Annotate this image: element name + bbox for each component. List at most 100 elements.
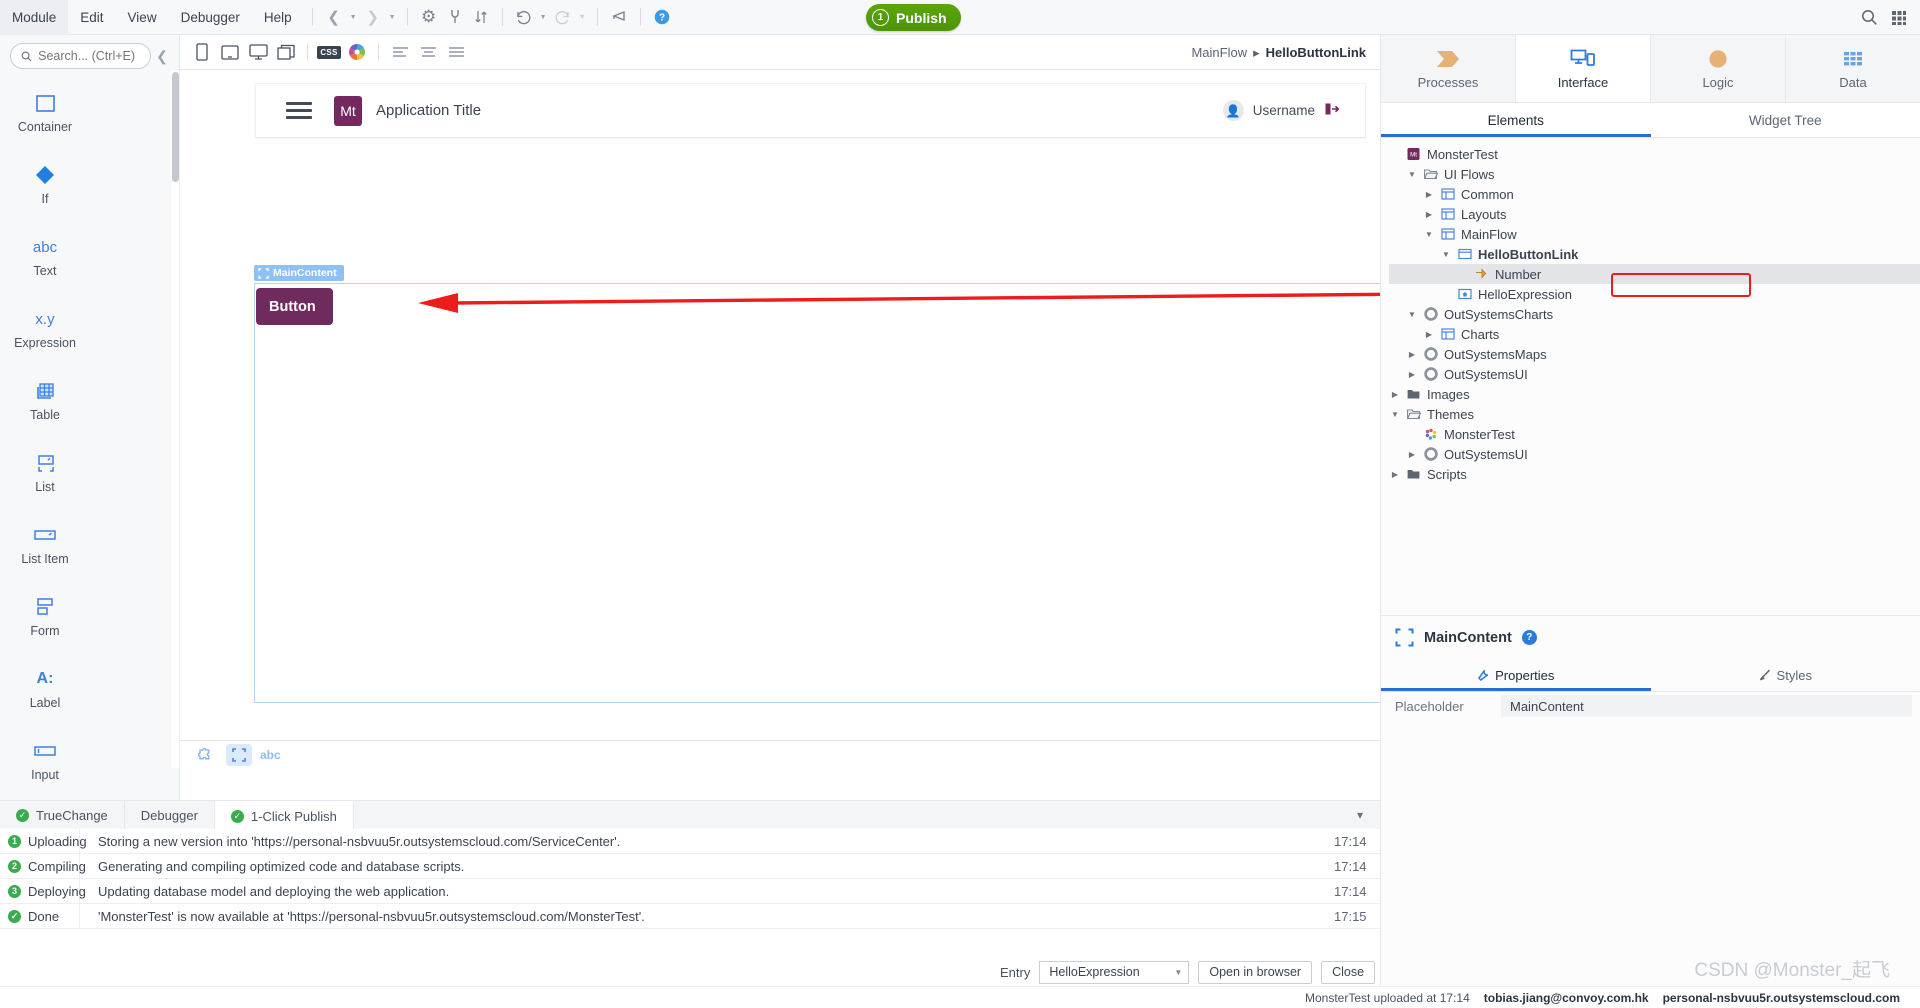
breadcrumb-parent[interactable]: MainFlow [1191,45,1247,60]
tree-item-charts[interactable]: ▶ Charts [1389,324,1920,344]
tree-item-images[interactable]: ▶ Images [1389,384,1920,404]
tree-item-outsystemscharts[interactable]: ▼ OutSystemsCharts [1389,304,1920,324]
chevron-down-icon[interactable]: ▼ [1423,230,1435,239]
close-button[interactable]: Close [1321,960,1376,984]
menu-edit[interactable]: Edit [68,0,115,35]
menu-view[interactable]: View [116,0,169,35]
chevron-right-icon[interactable]: ▶ [1406,450,1418,459]
hamburger-icon[interactable] [286,102,312,119]
tree-item-ui-flows[interactable]: ▼ UI Flows [1389,164,1920,184]
widget-list-item[interactable]: List Item [0,513,90,585]
chevron-right-icon[interactable]: ▶ [1406,350,1418,359]
css-chip-icon[interactable]: CSS [315,38,343,66]
align-center-icon[interactable] [414,38,442,66]
forward-history-caret-icon[interactable]: ▼ [386,4,399,30]
logout-icon[interactable] [1324,102,1340,119]
widget-text[interactable]: abc Text [0,225,90,297]
tree-item-mainflow[interactable]: ▼ MainFlow [1389,224,1920,244]
grid-menu-icon[interactable] [1884,5,1914,31]
tree-item-outsystemsui[interactable]: ▶ OutSystemsUI [1389,444,1920,464]
align-left-icon[interactable] [386,38,414,66]
megaphone-icon[interactable] [606,4,632,30]
widget-table[interactable]: Table [0,369,90,441]
tab-truechange[interactable]: ✓ TrueChange [0,801,125,829]
tab-styles[interactable]: Styles [1651,659,1920,691]
tree-item-monstertest[interactable]: ▶MtMonsterTest [1389,144,1920,164]
chevron-right-icon[interactable]: ▶ [1423,190,1435,199]
align-justify-icon[interactable] [442,38,470,66]
redo-icon[interactable] [550,4,576,30]
tablet-icon[interactable] [216,38,244,66]
tab-properties[interactable]: Properties [1381,659,1651,691]
placeholder-tag[interactable]: MainContent [254,265,344,281]
menu-debugger[interactable]: Debugger [169,0,252,35]
redo-caret-icon[interactable]: ▼ [576,4,589,30]
widget-if[interactable]: If [0,153,90,225]
tree-item-number[interactable]: ▶Number [1389,264,1920,284]
sidebar-collapse-icon[interactable]: ❮ [151,48,173,65]
menu-module[interactable]: Module [0,0,69,35]
search-box[interactable] [10,43,151,69]
chevron-down-icon[interactable]: ▾ [1340,801,1380,829]
phone-icon[interactable] [188,38,216,66]
search-input[interactable] [38,49,140,63]
chevron-right-icon[interactable]: ▶ [1423,210,1435,219]
chevron-right-icon[interactable]: ▶ [1423,330,1435,339]
canvas-scrollbar-thumb[interactable] [172,72,179,182]
chevron-down-icon[interactable]: ▼ [1406,170,1418,179]
search-icon[interactable] [1854,5,1884,31]
tree-item-hellobuttonlink[interactable]: ▼ HelloButtonLink [1389,244,1920,264]
desktop-icon[interactable] [244,38,272,66]
native-window-icon[interactable] [272,38,300,66]
canvas-footer-label[interactable]: abc [260,748,281,762]
tree-item-common[interactable]: ▶ Common [1389,184,1920,204]
widget-label-widget[interactable]: A: Label [0,657,90,729]
undo-caret-icon[interactable]: ▼ [537,4,550,30]
tab-data[interactable]: Data [1786,35,1920,102]
puzzle-icon[interactable] [192,744,218,766]
chevron-right-icon[interactable]: ❯ [360,4,386,30]
entry-select[interactable]: HelloExpression ▼ [1039,960,1190,984]
back-history-caret-icon[interactable]: ▼ [347,4,360,30]
widget-list[interactable]: List [0,441,90,513]
plug-icon[interactable] [442,4,468,30]
subtab-elements[interactable]: Elements [1381,103,1651,137]
menu-help[interactable]: Help [252,0,304,35]
color-wheel-icon[interactable] [343,38,371,66]
chevron-down-icon[interactable]: ▼ [1389,410,1401,419]
chevron-right-icon[interactable]: ▶ [1406,370,1418,379]
tree-item-layouts[interactable]: ▶ Layouts [1389,204,1920,224]
tree-item-scripts[interactable]: ▶ Scripts [1389,464,1920,484]
tab-processes[interactable]: Processes [1381,35,1516,102]
widget-form[interactable]: Form [0,585,90,657]
help-circle-icon[interactable]: ? [649,4,675,30]
tree-item-monstertest[interactable]: ▶MonsterTest [1389,424,1920,444]
chevron-right-icon[interactable]: ▶ [1389,470,1401,479]
tab-logic[interactable]: Logic [1651,35,1786,102]
undo-icon[interactable] [511,4,537,30]
widget-container[interactable]: Container [0,81,90,153]
tab-one-click-publish[interactable]: ✓ 1-Click Publish [214,801,354,829]
chevron-down-icon[interactable]: ▼ [1440,250,1452,259]
placeholder-frame-icon[interactable] [226,743,252,766]
maincontent-placeholder-region[interactable] [254,283,1454,703]
tree-item-outsystemsui[interactable]: ▶ OutSystemsUI [1389,364,1920,384]
property-value-input[interactable]: MainContent [1501,695,1912,717]
sort-arrows-icon[interactable] [468,4,494,30]
tab-interface[interactable]: Interface [1516,35,1651,102]
subtab-widget-tree[interactable]: Widget Tree [1651,103,1920,137]
tab-debugger[interactable]: Debugger [125,801,215,829]
canvas-button-widget[interactable]: Button [256,288,333,325]
help-circle-icon[interactable]: ? [1521,630,1537,645]
tree-item-helloexpression[interactable]: ▶HelloExpression [1389,284,1920,304]
widget-expression[interactable]: x.y Expression [0,297,90,369]
tree-item-outsystemsmaps[interactable]: ▶ OutSystemsMaps [1389,344,1920,364]
chevron-right-icon[interactable]: ▶ [1389,390,1401,399]
publish-button[interactable]: 1 Publish [866,4,961,31]
chevron-down-icon[interactable]: ▼ [1406,310,1418,319]
open-in-browser-button[interactable]: Open in browser [1198,960,1313,984]
tree-item-themes[interactable]: ▼ Themes [1389,404,1920,424]
widget-input[interactable]: Input [0,729,90,800]
chevron-left-icon[interactable]: ❮ [321,4,347,30]
gear-icon[interactable]: ⚙ [416,4,442,30]
